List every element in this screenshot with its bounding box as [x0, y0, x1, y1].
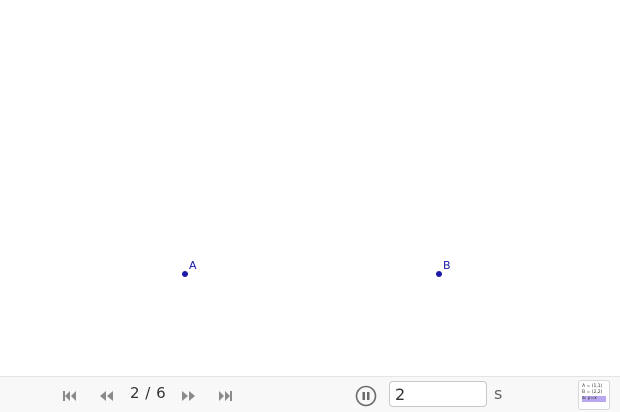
point-a-marker[interactable]: [182, 271, 188, 277]
delay-unit-label: s: [494, 384, 503, 403]
construction-navigation-bar: 2 / 6 s A = (1,1) B = (2,2) a: y=x: [0, 376, 620, 412]
step-back-icon: [100, 391, 113, 401]
skip-last-button[interactable]: [215, 387, 237, 405]
step-counter: 2 / 6: [130, 384, 167, 402]
pause-icon: [355, 385, 377, 407]
point-a-label: A: [189, 259, 197, 272]
pause-button[interactable]: [354, 384, 378, 408]
step-forward-icon: [182, 391, 195, 401]
point-b[interactable]: B: [436, 259, 451, 277]
graphics-view[interactable]: A B: [0, 0, 620, 376]
graphics-canvas[interactable]: A B: [0, 0, 620, 376]
skip-last-icon: [219, 391, 232, 401]
step-back-button[interactable]: [95, 387, 117, 405]
step-forward-button[interactable]: [178, 387, 200, 405]
delay-input[interactable]: [389, 381, 487, 407]
algebra-view-toggle[interactable]: A = (1,1) B = (2,2) a: y=x: [578, 380, 610, 410]
point-b-label: B: [443, 259, 451, 272]
point-b-marker[interactable]: [436, 271, 442, 277]
algebra-line-3: a: y=x: [582, 396, 606, 402]
point-a[interactable]: A: [182, 259, 197, 277]
skip-first-icon: [63, 391, 76, 401]
skip-first-button[interactable]: [59, 387, 81, 405]
